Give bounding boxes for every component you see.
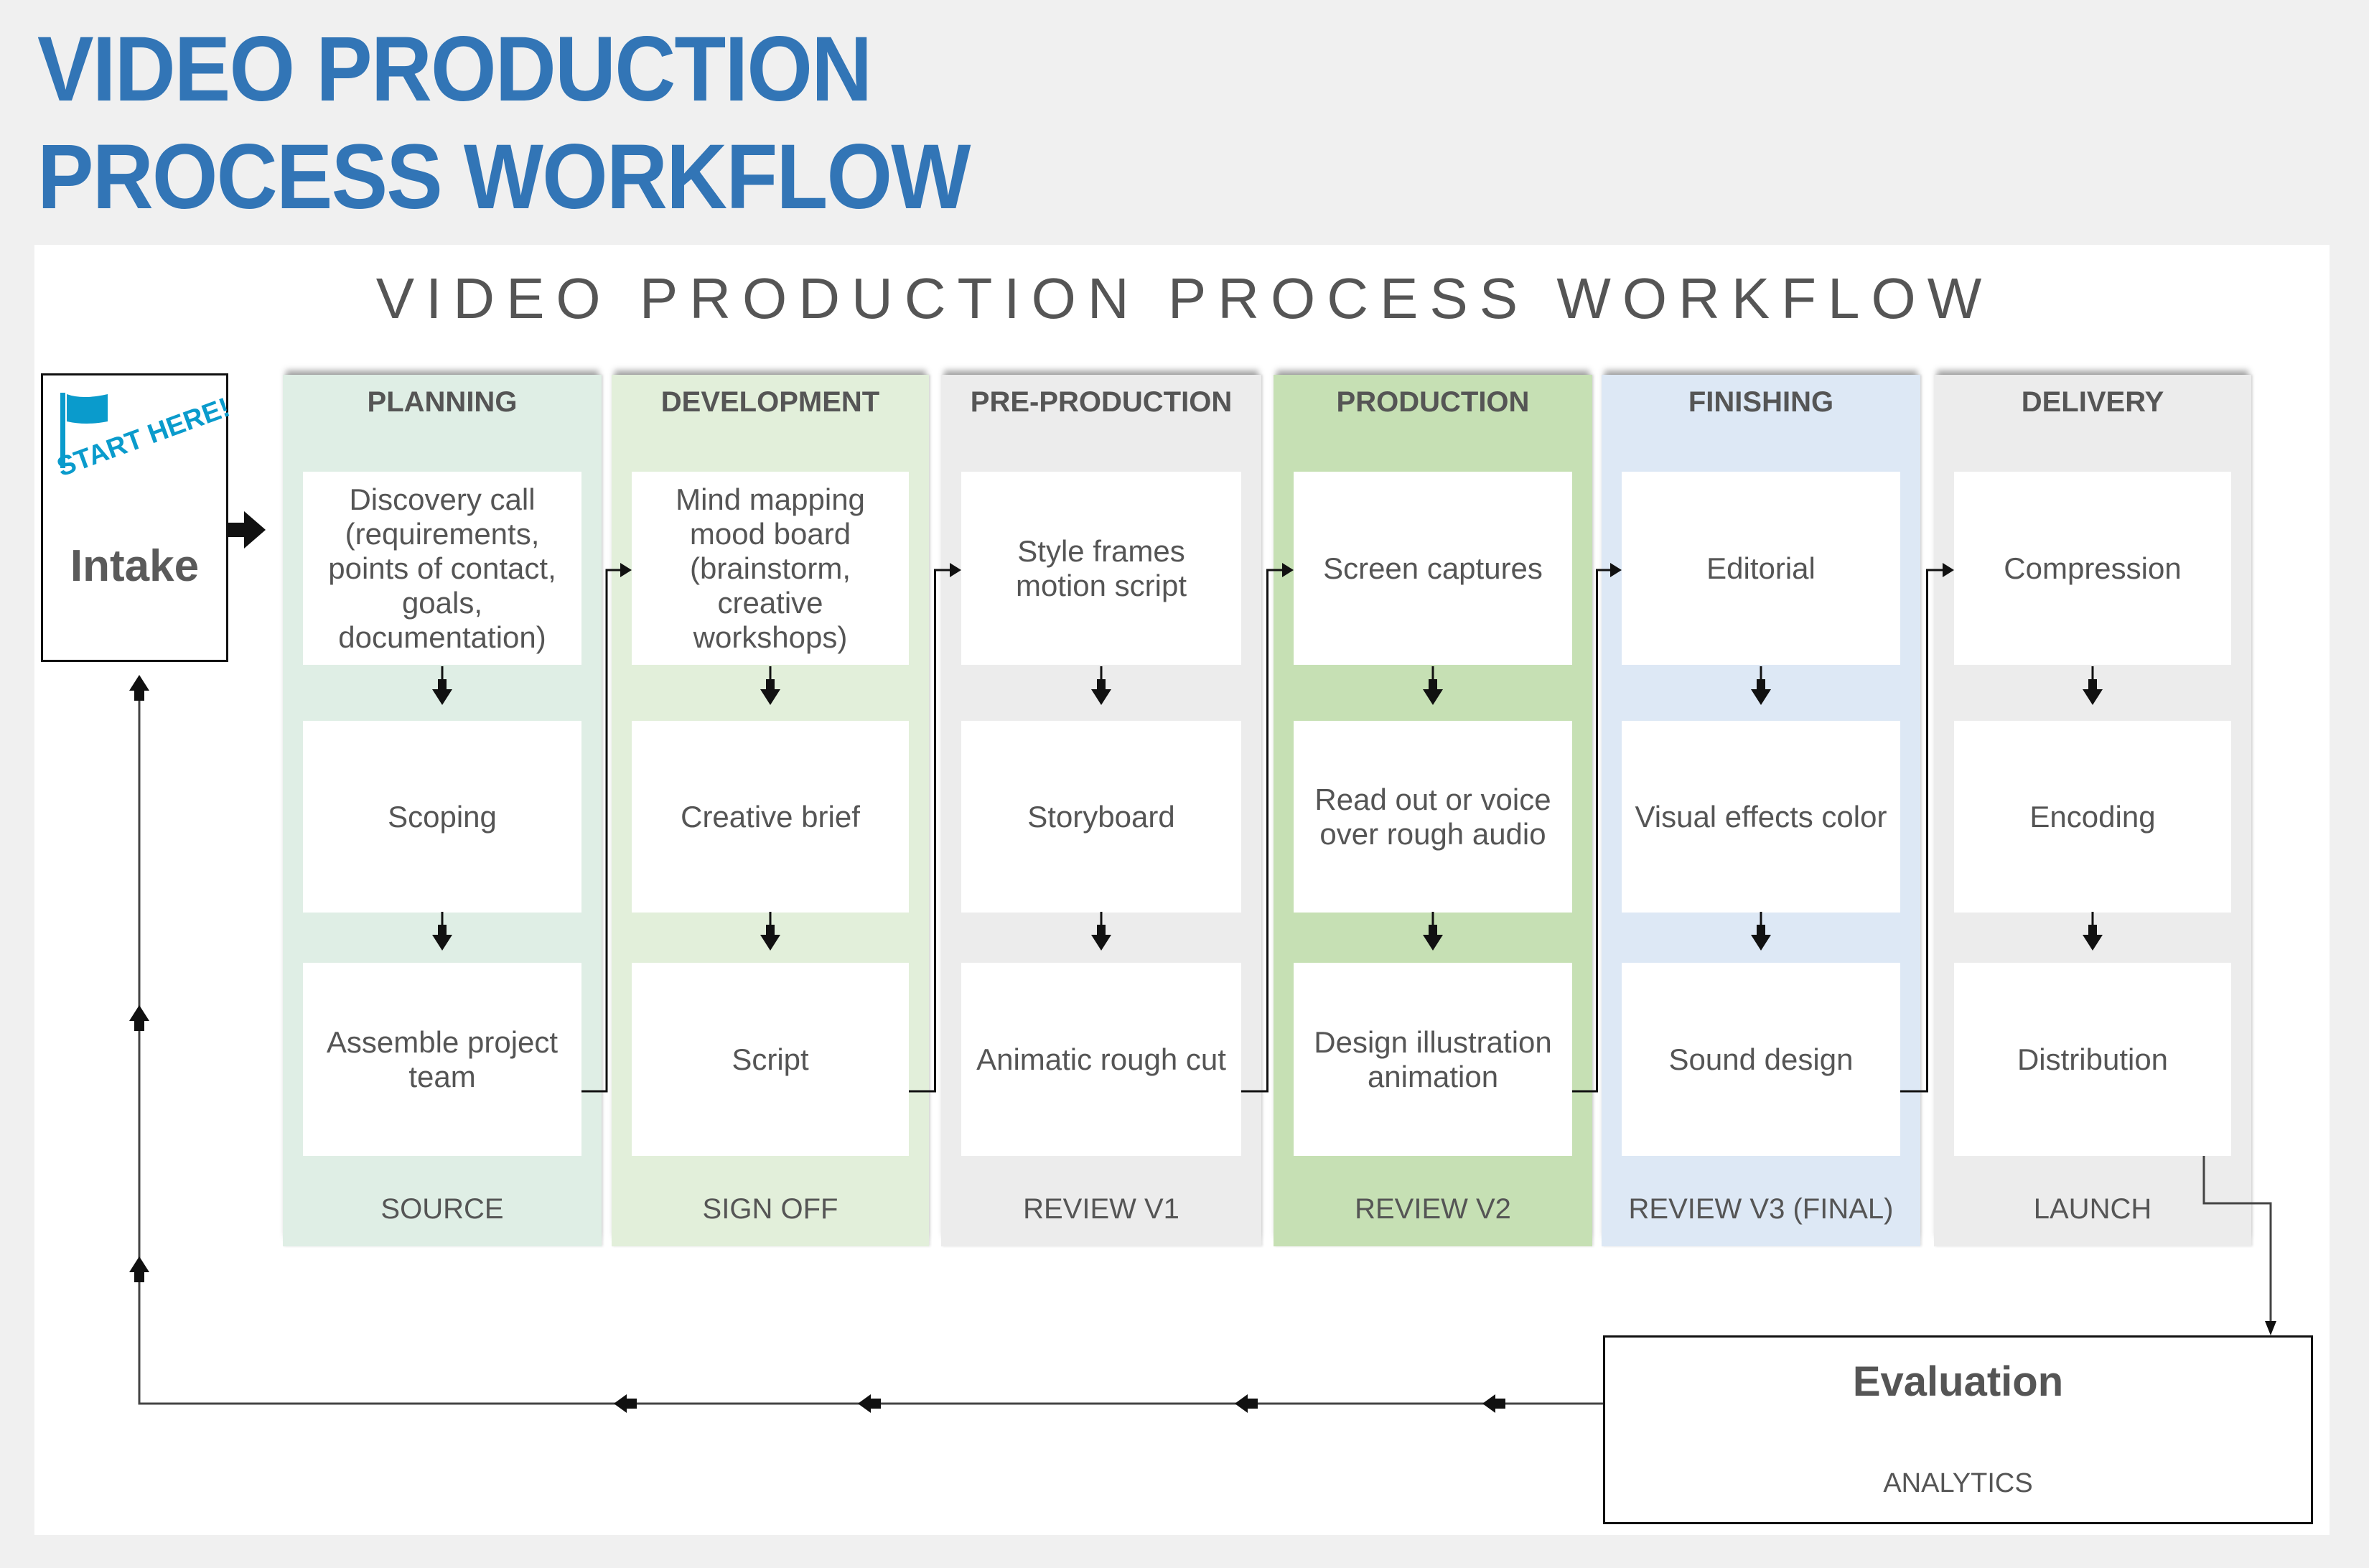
arrow-down-icon	[2083, 935, 2103, 951]
arrow-shaft	[134, 689, 144, 701]
arrow-right-icon	[1282, 563, 1294, 577]
arrow-shaft	[2088, 925, 2097, 936]
arrow-right-icon	[244, 511, 266, 549]
arrow-shaft	[1494, 1399, 1505, 1409]
arrow-right-icon	[950, 563, 961, 577]
arrow-shaft	[1097, 679, 1106, 691]
arrow-shaft	[1429, 679, 1437, 691]
arrow-shaft	[625, 1399, 637, 1409]
arrow-left-icon	[1482, 1394, 1495, 1413]
arrow-right-icon	[1943, 563, 1954, 577]
arrow-down-icon	[1423, 935, 1443, 951]
connector-line	[909, 569, 951, 1093]
arrow-down-icon	[432, 935, 452, 951]
arrow-up-icon	[129, 1005, 149, 1021]
arrow-right-icon	[620, 563, 632, 577]
arrow-up-icon	[129, 1256, 149, 1272]
arrow-down-icon	[760, 935, 780, 951]
connector-line	[1572, 569, 1612, 1093]
arrow-shaft	[1097, 925, 1106, 936]
arrow-shaft	[1429, 925, 1437, 936]
arrow-shaft	[2088, 679, 2097, 691]
arrow-down-icon	[760, 689, 780, 705]
arrow-shaft	[1757, 925, 1765, 936]
arrow-down-icon	[2265, 1321, 2276, 1335]
arrow-down-icon	[432, 689, 452, 705]
arrow-down-icon	[1751, 689, 1771, 705]
arrow-shaft	[1246, 1399, 1258, 1409]
arrow-shaft	[134, 1019, 144, 1031]
arrow-left-icon	[858, 1394, 871, 1413]
connector-line	[581, 569, 622, 1093]
connectors	[129, 511, 2276, 1413]
connector-line	[1900, 569, 1944, 1093]
arrow-left-icon	[1235, 1394, 1248, 1413]
arrow-shaft	[766, 679, 775, 691]
arrow-down-icon	[1423, 689, 1443, 705]
feedback-loop-line	[138, 689, 1603, 1405]
arrow-shaft	[438, 679, 447, 691]
arrow-down-icon	[1091, 689, 1111, 705]
arrow-shaft	[134, 1271, 144, 1282]
connector-line	[2202, 1156, 2272, 1325]
arrow-shaft	[869, 1399, 881, 1409]
arrow-down-icon	[1091, 935, 1111, 951]
arrow-shaft	[766, 925, 775, 936]
arrow-down-icon	[2083, 689, 2103, 705]
arrow-shaft	[227, 523, 246, 537]
arrow-shaft	[438, 925, 447, 936]
arrow-shaft	[1757, 679, 1765, 691]
arrow-right-icon	[1610, 563, 1622, 577]
connector-line	[1241, 569, 1284, 1093]
arrow-left-icon	[614, 1394, 627, 1413]
arrow-down-icon	[1751, 935, 1771, 951]
arrow-up-icon	[129, 675, 149, 691]
